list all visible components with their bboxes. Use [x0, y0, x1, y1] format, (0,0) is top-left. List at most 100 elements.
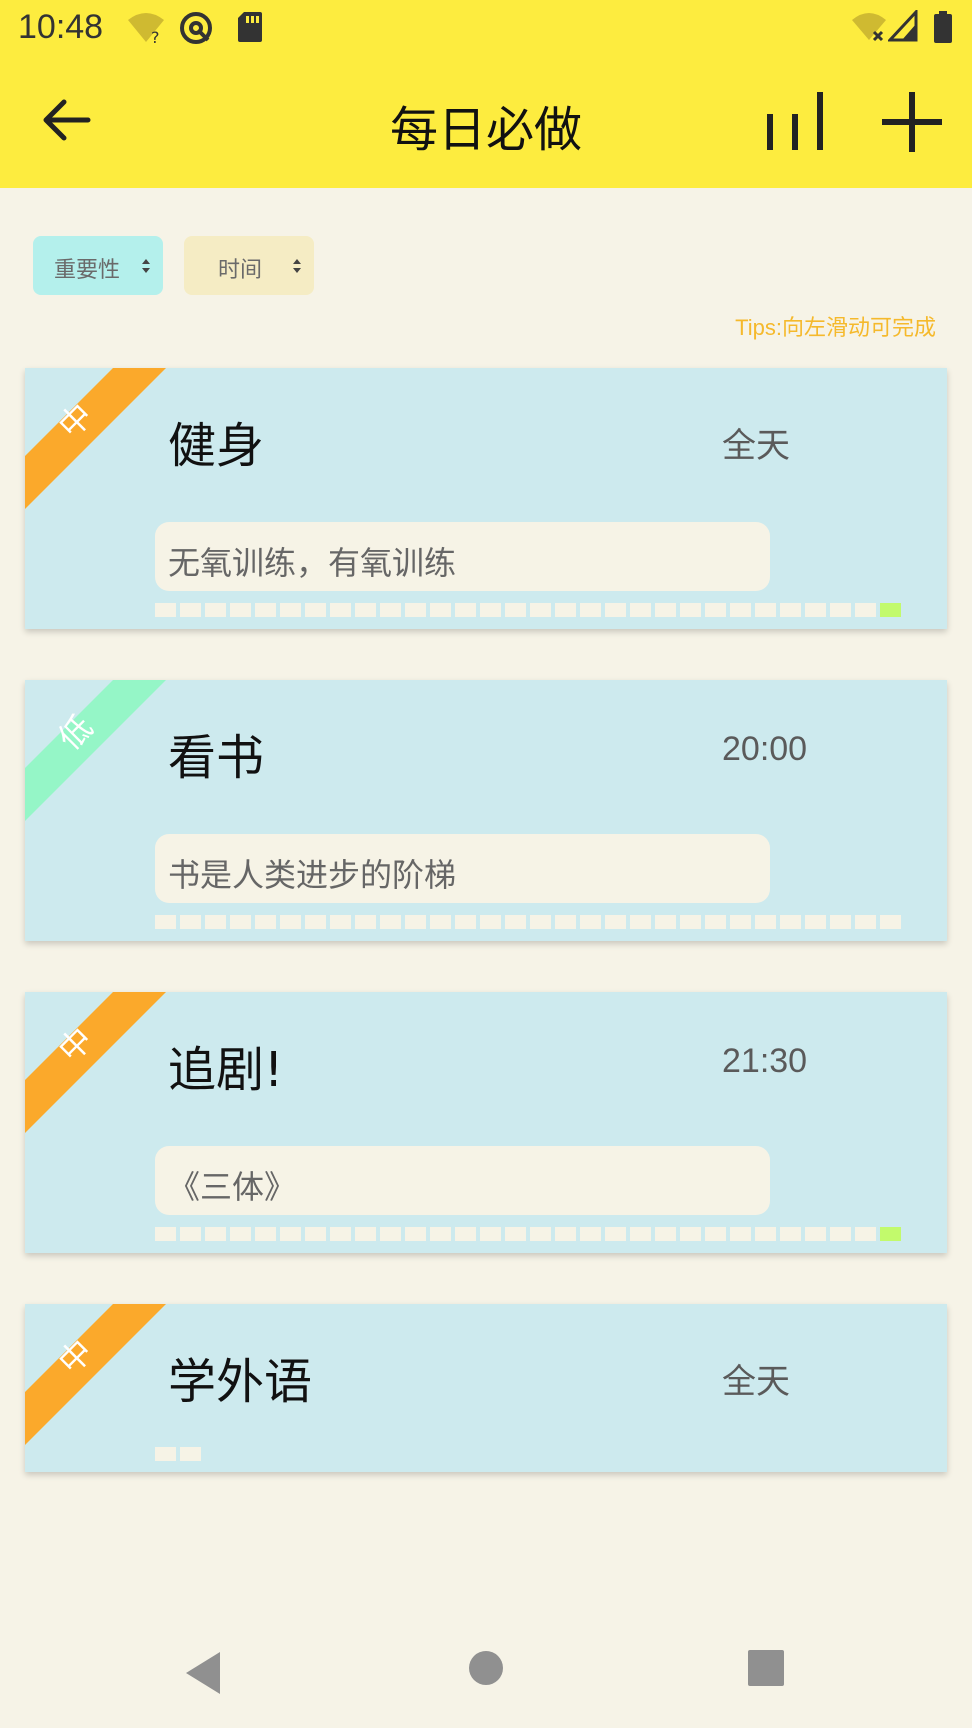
- sort-importance-label: 重要性: [54, 258, 121, 283]
- checkin-day-bar: [405, 603, 426, 617]
- priority-ribbon: 中: [25, 368, 166, 509]
- checkin-day-bar: [305, 603, 326, 617]
- sort-time-button[interactable]: 时间: [184, 236, 314, 295]
- checkin-day-bar: [255, 915, 276, 929]
- checkin-day-bar: [780, 915, 801, 929]
- checkin-day-bar: [580, 1227, 601, 1241]
- task-note: 书是人类进步的阶梯: [155, 834, 770, 903]
- system-nav-bar: [0, 1620, 972, 1728]
- checkin-day-bar: [455, 1227, 476, 1241]
- checkin-day-bar: [805, 1227, 826, 1241]
- task-card[interactable]: 中 健身 全天 无氧训练，有氧训练: [25, 368, 947, 629]
- checkin-day-bar: [205, 915, 226, 929]
- sort-importance-button[interactable]: 重要性: [33, 236, 163, 295]
- checkin-day-bar: [480, 603, 501, 617]
- task-card[interactable]: 中 学外语 全天: [25, 1304, 947, 1472]
- triangle-back-icon[interactable]: [184, 1650, 222, 1696]
- checkin-day-bar: [155, 915, 176, 929]
- square-recents-icon[interactable]: [748, 1650, 784, 1686]
- checkin-day-bar: [280, 1227, 301, 1241]
- checkin-bars: [155, 1227, 901, 1241]
- checkin-day-bar: [405, 1227, 426, 1241]
- checkin-day-bar: [755, 603, 776, 617]
- checkin-day-bar: [255, 1227, 276, 1241]
- checkin-day-bar: [205, 1227, 226, 1241]
- checkin-day-bar: [755, 915, 776, 929]
- svg-text:?: ?: [151, 28, 160, 46]
- checkin-day-bar: [830, 603, 851, 617]
- signal-icon: [888, 10, 918, 42]
- task-note-text: 无氧训练，有氧训练: [168, 544, 457, 582]
- checkin-day-bar: [680, 603, 701, 617]
- checkin-day-bar: [780, 603, 801, 617]
- checkin-day-bar: [180, 1227, 201, 1241]
- task-card[interactable]: 低 看书 20:00 书是人类进步的阶梯: [25, 680, 947, 941]
- task-title: 看书: [168, 730, 265, 786]
- checkin-day-bar: [880, 603, 901, 617]
- checkin-day-bar: [655, 915, 676, 929]
- checkin-day-bar: [505, 1227, 526, 1241]
- plus-icon[interactable]: [880, 90, 944, 154]
- task-note-text: 《三体》: [168, 1168, 297, 1206]
- checkin-day-bar: [580, 915, 601, 929]
- checkin-day-bar: [880, 915, 901, 929]
- task-card[interactable]: 中 追剧! 21:30 《三体》: [25, 992, 947, 1253]
- checkin-day-bar: [305, 1227, 326, 1241]
- checkin-day-bar: [605, 915, 626, 929]
- wifi-off-icon: [852, 13, 886, 42]
- checkin-day-bar: [355, 603, 376, 617]
- checkin-day-bar: [430, 915, 451, 929]
- checkin-day-bar: [580, 603, 601, 617]
- checkin-day-bar: [155, 603, 176, 617]
- checkin-day-bar: [480, 1227, 501, 1241]
- battery-icon: [934, 11, 952, 43]
- checkin-day-bar: [605, 1227, 626, 1241]
- checkin-day-bar: [830, 1227, 851, 1241]
- task-note: 《三体》: [155, 1146, 770, 1215]
- checkin-day-bar: [555, 1227, 576, 1241]
- task-note-text: 书是人类进步的阶梯: [168, 856, 457, 894]
- checkin-day-bar: [680, 915, 701, 929]
- checkin-day-bar: [805, 603, 826, 617]
- checkin-day-bar: [630, 1227, 651, 1241]
- checkin-day-bar: [630, 915, 651, 929]
- checkin-day-bar: [180, 603, 201, 617]
- checkin-day-bar: [330, 1227, 351, 1241]
- hotspot-icon: [180, 12, 212, 44]
- checkin-bars: [155, 603, 901, 617]
- checkin-day-bar: [705, 915, 726, 929]
- checkin-day-bar: [780, 1227, 801, 1241]
- checkin-day-bar: [455, 915, 476, 929]
- checkin-day-bar: [380, 603, 401, 617]
- checkin-day-bar: [530, 603, 551, 617]
- checkin-bars: [155, 1447, 201, 1461]
- checkin-day-bar: [430, 1227, 451, 1241]
- checkin-day-bar: [555, 915, 576, 929]
- priority-ribbon: 中: [25, 992, 166, 1133]
- checkin-day-bar: [630, 603, 651, 617]
- checkin-day-bar: [730, 915, 751, 929]
- checkin-day-bar: [330, 915, 351, 929]
- checkin-day-bar: [205, 603, 226, 617]
- checkin-day-bar: [180, 1447, 201, 1461]
- bar-chart-icon[interactable]: [764, 90, 826, 154]
- checkin-day-bar: [655, 603, 676, 617]
- sort-time-label: 时间: [218, 258, 263, 283]
- checkin-day-bar: [855, 915, 876, 929]
- task-title: 健身: [168, 418, 265, 474]
- checkin-day-bar: [730, 603, 751, 617]
- priority-ribbon: 中: [25, 1304, 166, 1445]
- task-time: 全天: [722, 427, 790, 465]
- checkin-day-bar: [855, 603, 876, 617]
- checkin-day-bar: [830, 915, 851, 929]
- checkin-day-bar: [230, 915, 251, 929]
- circle-home-icon[interactable]: [468, 1650, 504, 1686]
- checkin-bars: [155, 915, 901, 929]
- checkin-day-bar: [280, 603, 301, 617]
- checkin-day-bar: [180, 915, 201, 929]
- checkin-day-bar: [805, 915, 826, 929]
- checkin-day-bar: [305, 915, 326, 929]
- checkin-day-bar: [680, 1227, 701, 1241]
- checkin-day-bar: [330, 603, 351, 617]
- sort-arrows-icon: [293, 259, 301, 273]
